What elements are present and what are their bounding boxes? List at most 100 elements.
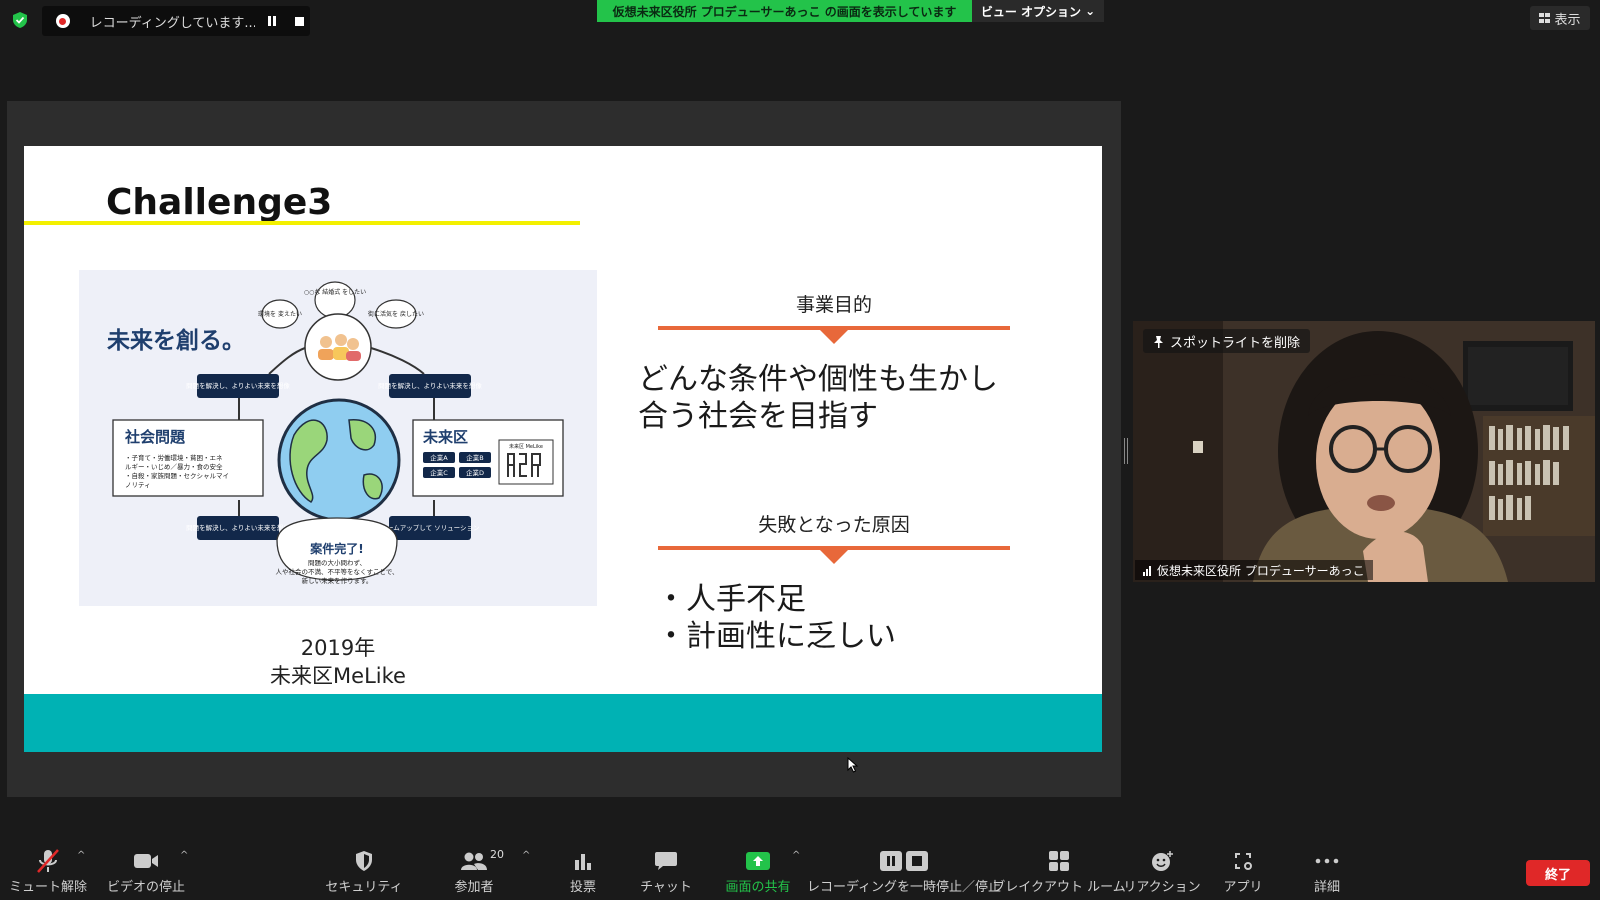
participant-name-tag: 仮想未来区役所 プロデューサーあっこ (1135, 560, 1373, 580)
slide-illustration: 未来を創る。 ○○な 結婚式 をしたい 環境を 変えたい 街に活気を 戻したい (79, 270, 597, 606)
chat-label: チャット (640, 880, 692, 895)
company-c: 企業C (430, 468, 448, 477)
pin-icon (1154, 335, 1163, 348)
display-layout-button[interactable]: 表示 (1530, 6, 1590, 30)
bubble-right: 街に活気を 戻したい (368, 310, 424, 318)
business-purpose-text: どんな条件や個性も生かし 合う社会を目指す (638, 361, 998, 435)
encryption-shield-icon[interactable] (11, 11, 29, 29)
case-complete-title: 案件完了! (309, 541, 363, 556)
apps-button[interactable]: アプリ (1208, 844, 1278, 900)
caption-name: 未来区MeLike (270, 664, 406, 688)
stop-icon (294, 16, 304, 26)
more-label: 詳細 (1313, 880, 1340, 895)
shared-screen: Challenge3 未来を創る。 ○○な 結婚式 をしたい 環境を 変えたい … (7, 101, 1121, 797)
slide-footer-band (24, 694, 1102, 752)
caption-year: 2019年 (300, 636, 376, 660)
view-options-button[interactable]: ビュー オプション ⌄ (972, 0, 1104, 22)
pause-stop-recording-label: レコーディングを一時停止／停止 (806, 880, 1002, 895)
participant-video-feed (1133, 321, 1595, 582)
failure-cause-bullet-2: ・計画性に乏しい (656, 619, 896, 654)
title-underline (24, 221, 580, 225)
video-options-caret-icon[interactable]: ^ (180, 850, 190, 861)
recording-status-text: レコーディングしています... (89, 15, 256, 31)
pause-stop-recording-button[interactable]: レコーディングを一時停止／停止 (807, 844, 1001, 900)
view-options-label: ビュー オプション (980, 4, 1082, 19)
social-issues-title: 社会問題 (124, 428, 186, 446)
mic-muted-icon (33, 847, 63, 875)
panel-resize-handle[interactable] (1124, 438, 1128, 464)
business-purpose-line2: 合う社会を目指す (638, 399, 878, 434)
arrow-label-tr: 問題を解決し、よりよい未来を想像 (378, 381, 482, 390)
connection-signal-icon (1143, 565, 1151, 576)
display-layout-label: 表示 (1554, 12, 1581, 28)
audio-options-caret-icon[interactable]: ^ (77, 850, 87, 861)
share-screen-button[interactable]: 画面の共有 (716, 844, 800, 900)
end-meeting-button[interactable]: 終了 (1526, 860, 1590, 886)
zoom-meeting-window: レコーディングしています... 仮想未来区役所 プロデューサーあっこ の画面を表… (0, 0, 1600, 900)
melike-badge: 未来区 MeLike (509, 443, 543, 450)
company-b: 企業B (466, 453, 483, 462)
pause-icon (267, 16, 276, 26)
failure-cause-bullet-1: ・人手不足 (656, 582, 806, 617)
recording-controls-icon (877, 847, 931, 875)
case-complete-line1: 問題の大小問わず、 (308, 558, 366, 567)
business-purpose-heading: 事業目的 (795, 294, 872, 316)
participant-name: 仮想未来区役所 プロデューサーあっこ (1157, 563, 1365, 578)
stop-video-button[interactable]: ビデオの停止 (104, 844, 188, 900)
reaction-smiley-icon (1147, 847, 1177, 875)
arrow-label-bl: 問題を解決し、よりよい未来を想像 (186, 523, 290, 532)
poll-chart-icon (568, 847, 598, 875)
social-issues-line4: ノリティ (125, 481, 151, 489)
social-issues-line1: ・子育て・労働環境・貧困・エネ (125, 453, 223, 462)
breakout-rooms-icon (1044, 847, 1074, 875)
illus-headline: 未来を創る。 (107, 328, 245, 354)
poll-button[interactable]: 投票 (548, 844, 618, 900)
more-dots-icon (1312, 847, 1342, 875)
grid-view-icon (1539, 13, 1551, 23)
company-d: 企業D (466, 468, 484, 477)
screen-share-banner: 仮想未来区役所 プロデューサーあっこ の画面を表示しています (597, 0, 972, 22)
company-a: 企業A (430, 453, 448, 462)
failure-cause-heading: 失敗となった原因 (758, 514, 910, 536)
arrow-label-tl: 問題を解決し、よりよい未来を想像 (186, 381, 290, 390)
illustration-caption: 2019年 未来区MeLike (79, 634, 597, 690)
share-screen-label: 画面の共有 (725, 880, 791, 895)
mouse-cursor-icon (847, 757, 859, 773)
unmute-label: ミュート解除 (8, 880, 87, 895)
case-complete-line2: 人や社会の不満、不平等をなくすことで、 (275, 567, 398, 576)
chat-bubble-icon (651, 847, 681, 875)
poll-label: 投票 (569, 880, 596, 895)
chat-button[interactable]: チャット (628, 844, 704, 900)
video-camera-icon (131, 847, 161, 875)
slide-title: Challenge3 (106, 182, 333, 223)
stop-video-label: ビデオの停止 (106, 880, 185, 895)
breakout-rooms-button[interactable]: ブレイクアウト ルーム (992, 844, 1126, 900)
stop-recording-button[interactable] (289, 10, 310, 32)
breakout-rooms-label: ブレイクアウト ルーム (992, 880, 1126, 895)
arrow-label-br: チームアップして ソリューション (380, 524, 479, 532)
apps-icon (1228, 847, 1258, 875)
pause-recording-button[interactable] (261, 10, 282, 32)
apps-label: アプリ (1223, 880, 1263, 895)
share-screen-icon (743, 847, 773, 875)
case-complete-line3: 新しい未来を作ります。 (302, 576, 373, 585)
bubble-left: 環境を 変えたい (258, 310, 302, 318)
security-button[interactable]: セキュリティ (325, 844, 403, 900)
recording-dot-icon (56, 14, 70, 28)
business-purpose-arrow (820, 330, 848, 344)
business-purpose-line1: どんな条件や個性も生かし (638, 362, 998, 397)
failure-cause-arrow (820, 550, 848, 564)
more-button[interactable]: 詳細 (1292, 844, 1362, 900)
remove-spotlight-label: スポットライトを削除 (1170, 335, 1301, 351)
mirai-ward-title: 未来区 (422, 428, 468, 446)
share-options-caret-icon[interactable]: ^ (792, 850, 802, 861)
remove-spotlight-button[interactable]: スポットライトを削除 (1143, 329, 1311, 353)
participants-label: 参加者 (454, 880, 494, 895)
participants-icon (459, 847, 489, 875)
participants-caret-icon[interactable]: ^ (522, 850, 532, 861)
security-label: セキュリティ (325, 880, 403, 895)
participant-video-tile[interactable]: スポットライトを削除 仮想未来区役所 プロデューサーあっこ (1133, 321, 1595, 582)
social-issues-line2: ルギー・いじめ／暴力・食の安全 (125, 462, 223, 471)
chevron-down-icon: ⌄ (1085, 4, 1096, 18)
reactions-button[interactable]: リアクション (1123, 844, 1201, 900)
